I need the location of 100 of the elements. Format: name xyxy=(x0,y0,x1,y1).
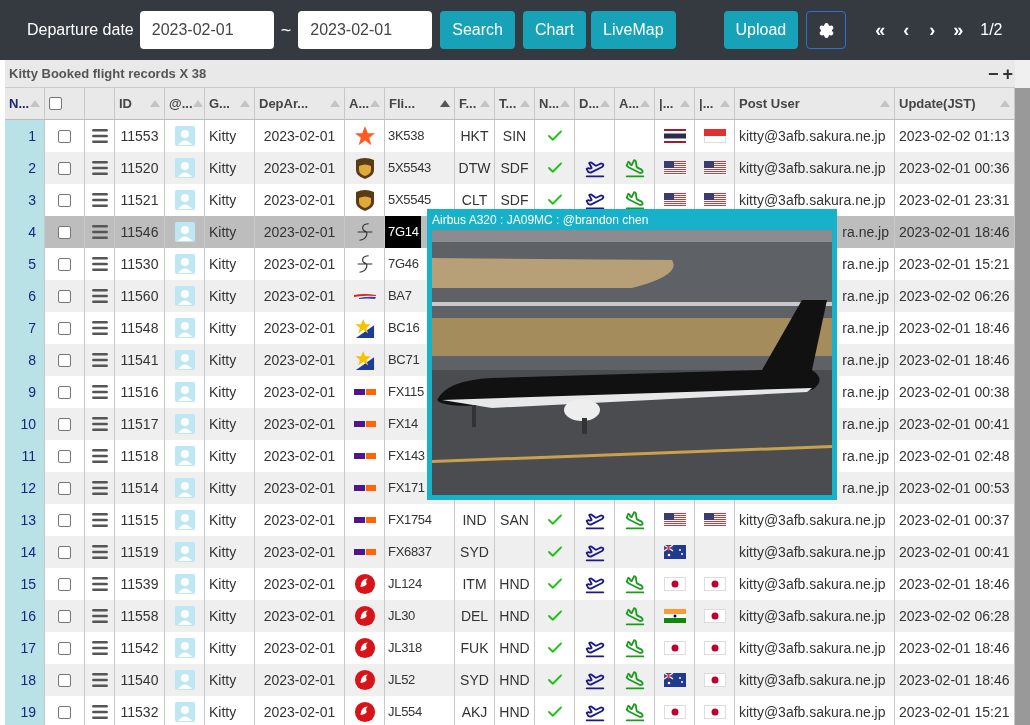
table-cell-text: 2023-02-01 xyxy=(263,190,336,210)
select-all-checkbox[interactable] xyxy=(49,97,62,110)
column-header[interactable]: Fli... xyxy=(389,93,415,114)
column-header[interactable]: N... xyxy=(9,93,30,114)
table-cell-text: 11520 xyxy=(120,158,159,178)
drag-handle-icon[interactable] xyxy=(89,670,110,690)
column-header[interactable]: |... xyxy=(659,93,674,114)
ribbon-logo-icon xyxy=(352,291,377,301)
drag-handle-icon[interactable] xyxy=(89,542,110,562)
row-checkbox[interactable] xyxy=(58,513,71,527)
row-number: 10 xyxy=(20,414,36,434)
row-checkbox[interactable] xyxy=(58,577,71,591)
column-header[interactable]: N... xyxy=(539,93,560,114)
flag-icon xyxy=(703,705,726,719)
drag-handle-icon[interactable] xyxy=(89,254,110,274)
row-number: 7 xyxy=(28,318,36,338)
pager-button[interactable]: « xyxy=(872,16,889,44)
date-to-field[interactable]: 2023-02-01 xyxy=(298,11,433,49)
drag-handle-icon[interactable] xyxy=(89,126,110,146)
table-row[interactable]: 15 11539 Kitty 2023-02-01 JL124 ITM HND kitty@3afb.sakura.ne.jp 2023-02-01 18:46 xyxy=(5,568,1015,600)
avatar-icon xyxy=(174,350,195,370)
pager-button[interactable]: » xyxy=(950,16,967,44)
collapse-button[interactable]: − xyxy=(987,64,999,83)
drag-handle-icon[interactable] xyxy=(89,606,110,626)
table-cell-text: 2023-02-01 23:31 xyxy=(899,190,1010,210)
table-row[interactable]: 14 11519 Kitty 2023-02-01 FX6837 SYD kitty@3afb.sakura.ne.jp 2023-02-01 00:41 xyxy=(5,536,1015,568)
drag-handle-icon[interactable] xyxy=(89,478,110,498)
row-checkbox[interactable] xyxy=(58,673,71,687)
table-row[interactable]: 19 11532 Kitty 2023-02-01 JL554 AKJ HND kitty@3afb.sakura.ne.jp 2023-02-01 15:21 xyxy=(5,696,1015,725)
column-header[interactable]: F... xyxy=(459,93,477,114)
drag-handle-icon[interactable] xyxy=(89,318,110,338)
column-header[interactable]: ID xyxy=(119,93,132,114)
row-number: 19 xyxy=(20,702,36,722)
drag-handle-icon[interactable] xyxy=(89,286,110,306)
table-row[interactable]: 3 11521 Kitty 2023-02-01 5X5545 CLT SDF kitty@3afb.sakura.ne.jp 2023-02-01 23:31 xyxy=(5,184,1015,216)
drag-handle-icon[interactable] xyxy=(89,158,110,178)
row-checkbox[interactable] xyxy=(58,609,71,623)
row-checkbox[interactable] xyxy=(58,385,71,399)
drag-handle-icon[interactable] xyxy=(89,382,110,402)
drag-handle-icon[interactable] xyxy=(89,510,110,530)
column-header[interactable]: G... xyxy=(209,93,230,114)
drag-handle-icon[interactable] xyxy=(89,446,110,466)
drag-handle-icon[interactable] xyxy=(89,574,110,594)
column-header[interactable]: Update(JST) xyxy=(899,93,976,114)
drag-handle-icon[interactable] xyxy=(89,638,110,658)
drag-handle-icon[interactable] xyxy=(89,702,110,722)
table-cell-text: Kitty xyxy=(209,350,237,370)
row-checkbox[interactable] xyxy=(58,641,71,655)
row-number: 16 xyxy=(20,606,36,626)
table-row[interactable]: 1 11553 Kitty 2023-02-01 3K538 HKT SIN kitty@3afb.sakura.ne.jp 2023-02-02 01:13 xyxy=(5,120,1015,152)
table-cell-text: 2023-02-01 xyxy=(263,414,336,434)
row-checkbox[interactable] xyxy=(58,705,71,719)
avatar-icon xyxy=(174,254,195,274)
column-header[interactable]: Post User xyxy=(739,93,800,114)
column-header[interactable]: T... xyxy=(499,93,517,114)
crane-logo-icon xyxy=(353,701,376,723)
row-checkbox[interactable] xyxy=(58,353,71,367)
table-cell-text: HND xyxy=(499,606,530,626)
column-header[interactable]: A... xyxy=(619,93,640,114)
column-header[interactable]: A... xyxy=(349,93,370,114)
settings-button[interactable] xyxy=(806,11,847,49)
drag-handle-icon[interactable] xyxy=(89,222,110,242)
row-checkbox[interactable] xyxy=(58,545,71,559)
table-row[interactable]: 2 11520 Kitty 2023-02-01 5X5543 DTW SDF kitty@3afb.sakura.ne.jp 2023-02-01 00:36 xyxy=(5,152,1015,184)
drag-handle-icon[interactable] xyxy=(89,190,110,210)
drag-handle-icon[interactable] xyxy=(89,350,110,370)
row-checkbox[interactable] xyxy=(58,417,71,431)
table-row[interactable]: 17 11542 Kitty 2023-02-01 JL318 FUK HND kitty@3afb.sakura.ne.jp 2023-02-01 18:46 xyxy=(5,632,1015,664)
table-cell-text: kitty@3afb.sakura.ne.jp xyxy=(739,126,886,146)
table-cell-text: HND xyxy=(499,574,530,594)
drag-handle-icon[interactable] xyxy=(89,414,110,434)
scrollbar[interactable] xyxy=(1015,60,1030,725)
date-from-field[interactable]: 2023-02-01 xyxy=(139,11,274,49)
expand-button[interactable]: + xyxy=(1002,64,1013,83)
table-row[interactable]: 13 11515 Kitty 2023-02-01 FX1754 IND SAN kitty@3afb.sakura.ne.jp 2023-02-01 00:37 xyxy=(5,504,1015,536)
table-row[interactable]: 18 11540 Kitty 2023-02-01 JL52 SYD HND kitty@3afb.sakura.ne.jp 2023-02-01 18:46 xyxy=(5,664,1015,696)
table-cell-text: 2023-02-01 xyxy=(263,478,336,498)
sort-icon[interactable] xyxy=(440,100,450,107)
row-checkbox[interactable] xyxy=(58,481,71,495)
row-number: 14 xyxy=(20,542,36,562)
pager-button[interactable]: ‹ xyxy=(898,16,915,44)
column-header[interactable]: DepAr... xyxy=(259,93,309,114)
table-cell-text: 11539 xyxy=(120,574,159,594)
row-checkbox[interactable] xyxy=(58,225,71,239)
row-checkbox[interactable] xyxy=(58,129,71,143)
avatar-icon xyxy=(174,318,195,338)
row-checkbox[interactable] xyxy=(58,449,71,463)
table-cell-text: ra.ne.jp xyxy=(842,414,889,434)
table-row[interactable]: 16 11558 Kitty 2023-02-01 JL30 DEL HND kitty@3afb.sakura.ne.jp 2023-02-02 06:28 xyxy=(5,600,1015,632)
row-checkbox[interactable] xyxy=(58,321,71,335)
column-header[interactable]: D... xyxy=(579,93,600,114)
table-cell-text: HKT xyxy=(460,126,489,146)
pager-button[interactable]: › xyxy=(924,16,941,44)
row-checkbox[interactable] xyxy=(58,161,71,175)
column-header[interactable]: @... xyxy=(169,93,193,114)
row-checkbox[interactable] xyxy=(58,257,71,271)
column-header[interactable]: |... xyxy=(699,93,714,114)
avatar-icon xyxy=(174,286,195,306)
row-checkbox[interactable] xyxy=(58,193,71,207)
row-checkbox[interactable] xyxy=(58,289,71,303)
